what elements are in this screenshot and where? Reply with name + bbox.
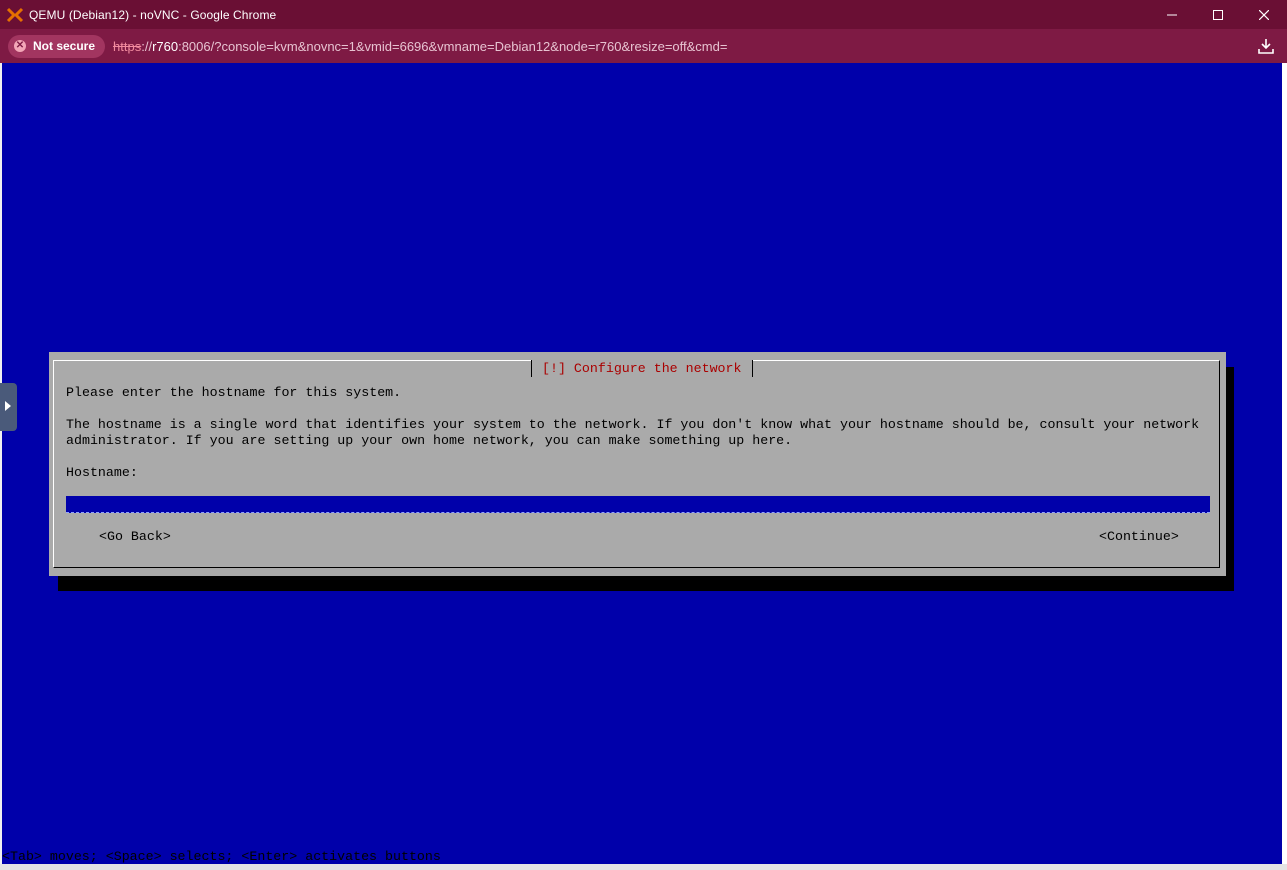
- maximize-icon: [1213, 9, 1223, 20]
- dialog-title: [!] Configure the network: [531, 360, 753, 377]
- x-circle-icon: ✕: [14, 40, 26, 52]
- browser-title-bar: QEMU (Debian12) - noVNC - Google Chrome: [0, 0, 1287, 29]
- address-bar: ✕ Not secure https://r760:8006/?console=…: [0, 29, 1287, 63]
- proxmox-x-icon: [6, 7, 24, 22]
- close-icon: [1259, 9, 1269, 20]
- chevron-right-icon: [5, 401, 11, 411]
- hostname-prompt: Please enter the hostname for this syste…: [66, 385, 402, 400]
- maximize-button[interactable]: [1195, 0, 1241, 29]
- close-button[interactable]: [1241, 0, 1287, 29]
- window-edge: [1282, 63, 1287, 870]
- security-label: Not secure: [33, 39, 96, 53]
- download-icon[interactable]: [1257, 37, 1275, 55]
- description-line-2: administrator. If you are setting up you…: [66, 433, 793, 448]
- url-scheme: https: [113, 38, 142, 54]
- minimize-button[interactable]: [1149, 0, 1195, 29]
- window-controls: [1149, 0, 1287, 29]
- hostname-label: Hostname:: [66, 465, 138, 480]
- go-back-button[interactable]: <Go Back>: [99, 529, 171, 545]
- text-cursor: [147, 512, 155, 513]
- url-field[interactable]: https://r760:8006/?console=kvm&novnc=1&v…: [113, 39, 727, 54]
- help-status-line: <Tab> moves; <Space> selects; <Enter> ac…: [2, 849, 441, 864]
- continue-button[interactable]: <Continue>: [1099, 529, 1179, 545]
- novnc-sidebar-handle[interactable]: [0, 383, 17, 431]
- window-title: QEMU (Debian12) - noVNC - Google Chrome: [29, 7, 277, 22]
- description-line-1: The hostname is a single word that ident…: [66, 417, 1200, 432]
- installer-dialog: [!] Configure the network Please enter t…: [49, 352, 1226, 576]
- minimize-icon: [1167, 14, 1177, 15]
- url-separator: ://: [141, 38, 153, 54]
- hostname-input[interactable]: debian12: [66, 496, 1210, 513]
- security-chip[interactable]: ✕ Not secure: [8, 34, 106, 58]
- url-host: r760: [152, 38, 179, 54]
- url-path: :8006/?console=kvm&novnc=1&vmid=6696&vmn…: [178, 38, 728, 54]
